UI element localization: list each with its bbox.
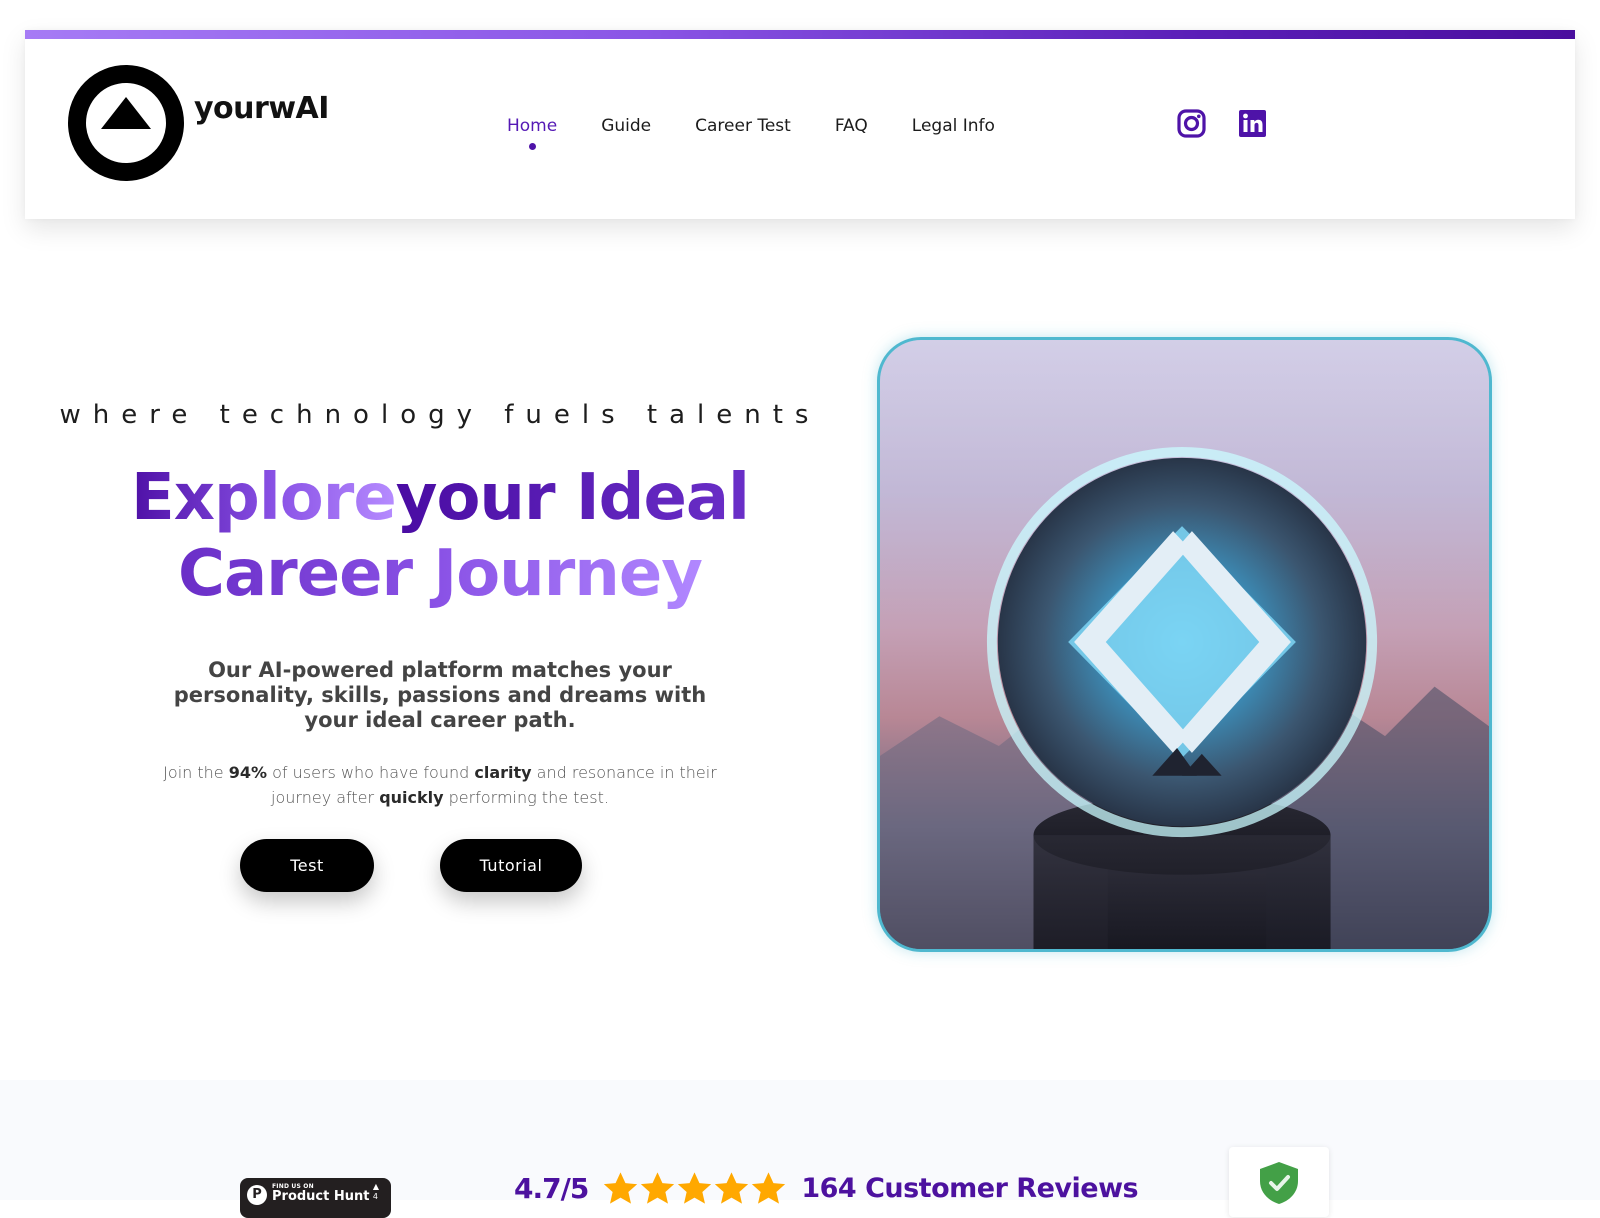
body-text-part: of users who have found	[267, 763, 475, 782]
instagram-link[interactable]	[1177, 109, 1206, 138]
star-icon	[604, 1171, 638, 1204]
hero-tagline: where technology fuels talents	[59, 400, 821, 430]
hero-subhead: Our AI-powered platform matches your per…	[173, 658, 707, 732]
instagram-icon	[1177, 109, 1206, 138]
star-rating	[602, 1170, 787, 1207]
nav-guide[interactable]: Guide	[579, 116, 673, 136]
hero-headline: Exploreyour Ideal Career Journey	[40, 460, 840, 612]
star-icon	[715, 1171, 749, 1204]
headline-explore: Explore	[131, 461, 397, 535]
review-count: 164 Customer Reviews	[801, 1172, 1139, 1204]
headline-career-journey: Career Journey	[178, 537, 703, 611]
nav-career-test-label: Career Test	[695, 116, 791, 136]
rating-summary: 4.7/5 164 Customer Reviews	[514, 1168, 1139, 1208]
nav-home[interactable]: Home	[485, 116, 579, 150]
hero-image	[877, 337, 1492, 952]
logo-mark-icon	[68, 65, 184, 181]
nav-legal-info[interactable]: Legal Info	[890, 116, 1017, 136]
body-text-part: performing the test.	[443, 788, 609, 807]
product-hunt-label: Product Hunt	[272, 1189, 370, 1204]
linkedin-icon	[1239, 110, 1266, 137]
upvote-arrow-icon: ▲	[372, 1182, 379, 1191]
nav-faq[interactable]: FAQ	[813, 116, 890, 136]
star-icon	[641, 1171, 675, 1204]
nav-legal-info-label: Legal Info	[911, 116, 995, 136]
active-indicator-dot	[528, 143, 536, 150]
nav-home-label: Home	[507, 116, 558, 136]
crystal-ball-illustration	[880, 340, 1489, 949]
nav-faq-label: FAQ	[834, 116, 868, 136]
header-accent-bar	[25, 30, 1575, 39]
brand-name: yourwAI	[194, 91, 329, 126]
star-icon	[752, 1171, 786, 1204]
shield-check-icon	[1260, 1162, 1298, 1204]
brand-logo[interactable]: yourwAI	[68, 65, 329, 181]
tutorial-button[interactable]: Tutorial	[440, 839, 582, 892]
stat-94-percent: 94%	[228, 763, 268, 782]
test-button[interactable]: Test	[240, 839, 374, 892]
social-links	[1177, 109, 1267, 138]
product-hunt-badge[interactable]: P FIND US ON Product Hunt ▲ 4	[240, 1178, 391, 1218]
site-header: yourwAI Home Guide Career Test FAQ Legal…	[25, 30, 1575, 219]
body-text-part: Join the	[163, 763, 229, 782]
main-nav: Home Guide Career Test FAQ Legal Info	[485, 116, 1017, 150]
emphasis-quickly: quickly	[379, 788, 444, 807]
product-hunt-logo-icon: P	[247, 1185, 267, 1205]
nav-guide-label: Guide	[601, 116, 652, 136]
hero-body-text: Join the 94% of users who have found cla…	[160, 760, 720, 810]
linkedin-link[interactable]	[1238, 109, 1267, 138]
emphasis-clarity: clarity	[474, 763, 532, 782]
star-icon	[678, 1171, 712, 1204]
reviews-section: P FIND US ON Product Hunt ▲ 4 4.7/5 164 …	[0, 1080, 1600, 1218]
headline-your-ideal: your Ideal	[395, 461, 750, 535]
nav-career-test[interactable]: Career Test	[673, 116, 813, 136]
trust-badge	[1229, 1147, 1329, 1217]
